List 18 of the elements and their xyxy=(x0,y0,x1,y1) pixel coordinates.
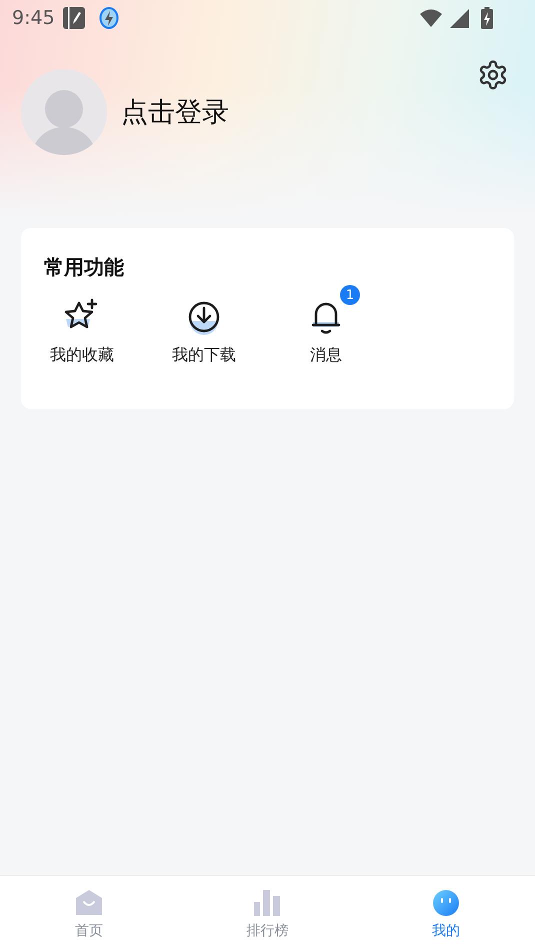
settings-icon xyxy=(477,59,509,91)
settings-button[interactable] xyxy=(477,59,509,91)
section-title: 常用功能 xyxy=(43,254,125,281)
function-item[interactable]: 我的收藏 xyxy=(21,283,143,366)
nav-tab[interactable]: 我的 xyxy=(356,876,535,951)
function-item[interactable]: 1 消息 xyxy=(265,283,387,366)
signal-icon xyxy=(450,8,469,28)
home-icon xyxy=(75,890,104,916)
status-time: 9:45 xyxy=(12,7,55,29)
shield-icon xyxy=(98,7,119,29)
login-link[interactable]: 点击登录 xyxy=(121,94,463,130)
function-item[interactable]: 我的下载 xyxy=(143,283,265,366)
wifi-icon xyxy=(420,9,442,27)
face-icon xyxy=(432,890,459,916)
note-icon xyxy=(62,7,85,29)
bar-chart-icon xyxy=(254,890,280,916)
count-badge: 1 xyxy=(340,285,360,305)
battery-icon xyxy=(481,7,493,29)
